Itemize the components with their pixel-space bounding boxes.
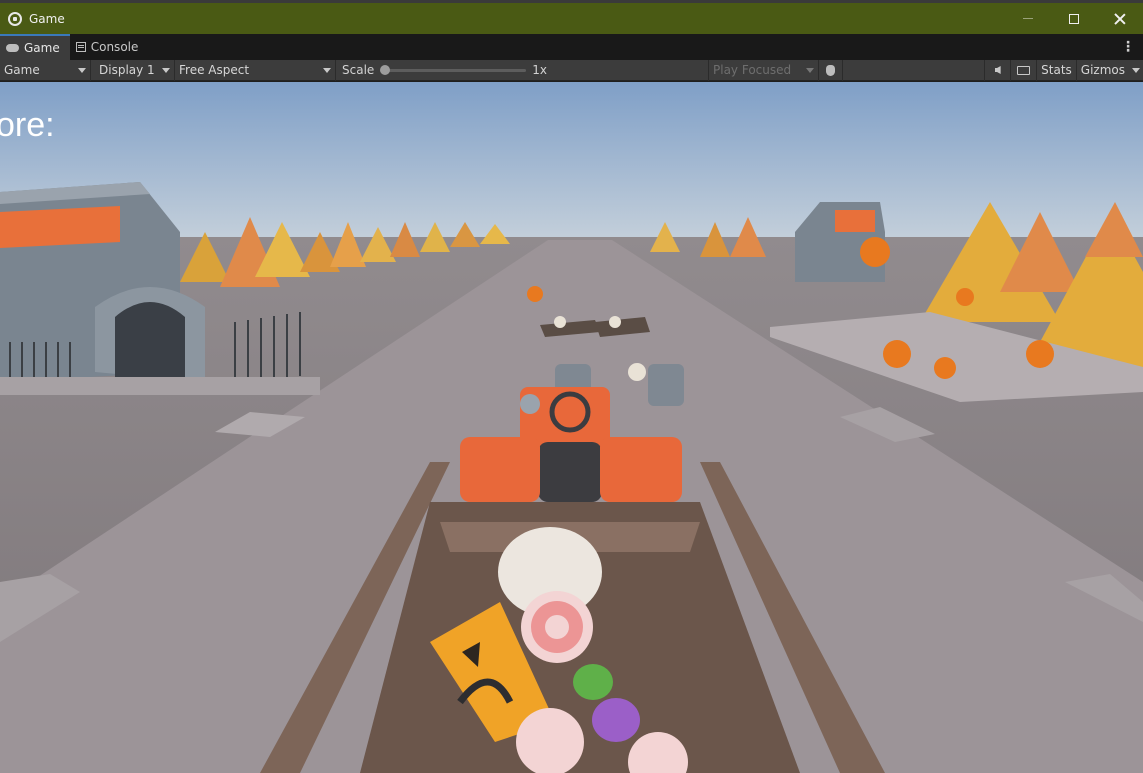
view-mode-value: Game	[4, 63, 40, 77]
scale-slider[interactable]	[380, 64, 527, 75]
display-dropdown[interactable]: Display 1	[91, 59, 175, 81]
game-toolbar: Game Display 1 Free Aspect Scale 1x Play…	[0, 59, 1143, 81]
maximize-button[interactable]	[1051, 3, 1097, 34]
tab-game-label: Game	[24, 41, 60, 55]
title-bar: Game	[0, 0, 1143, 34]
aspect-value: Free Aspect	[179, 63, 250, 77]
view-mode-dropdown[interactable]: Game	[0, 59, 91, 81]
tab-console-label: Console	[90, 40, 139, 54]
minimize-icon	[1023, 18, 1033, 19]
scale-control: Scale 1x	[336, 59, 709, 81]
close-icon	[1114, 13, 1126, 25]
game-viewport[interactable]: ore:	[0, 82, 1143, 773]
gamepad-icon	[6, 44, 19, 52]
score-label: ore:	[0, 106, 55, 144]
play-mode-value: Play Focused	[713, 63, 792, 77]
gizmos-dropdown[interactable]	[1129, 60, 1143, 81]
shortcuts-button[interactable]	[1011, 59, 1038, 81]
mute-audio-button[interactable]	[985, 59, 1012, 81]
close-button[interactable]	[1097, 3, 1143, 34]
unity-icon	[8, 11, 22, 26]
tab-game[interactable]: Game	[0, 34, 70, 60]
scale-label: Scale	[342, 63, 375, 77]
gizmos-button[interactable]: Gizmos	[1077, 60, 1129, 81]
chevron-down-icon	[806, 67, 814, 73]
speaker-icon	[994, 66, 1001, 74]
bug-icon[interactable]	[819, 59, 843, 81]
more-options-icon[interactable]: ⋮	[1121, 40, 1135, 54]
chevron-down-icon	[78, 67, 86, 73]
window-controls	[1005, 3, 1143, 34]
chevron-down-icon	[323, 67, 331, 73]
tab-strip: Game Console ⋮	[0, 34, 1143, 60]
scale-slider-thumb[interactable]	[380, 64, 391, 75]
display-value: Display 1	[99, 63, 155, 77]
game-scene	[0, 82, 1143, 773]
chevron-down-icon	[1132, 67, 1140, 73]
aspect-dropdown[interactable]: Free Aspect	[175, 59, 336, 81]
keyboard-icon	[1017, 65, 1031, 75]
tab-console[interactable]: Console	[70, 34, 149, 60]
stats-button[interactable]: Stats	[1037, 59, 1077, 81]
window-title: Game	[29, 11, 65, 26]
chevron-down-icon	[162, 67, 170, 73]
minimize-button[interactable]	[1005, 3, 1051, 34]
console-icon	[75, 42, 86, 52]
play-mode-dropdown[interactable]: Play Focused	[709, 59, 819, 81]
scale-value: 1x	[532, 63, 548, 77]
toolbar-spacer	[843, 59, 986, 81]
maximize-icon	[1069, 13, 1079, 24]
